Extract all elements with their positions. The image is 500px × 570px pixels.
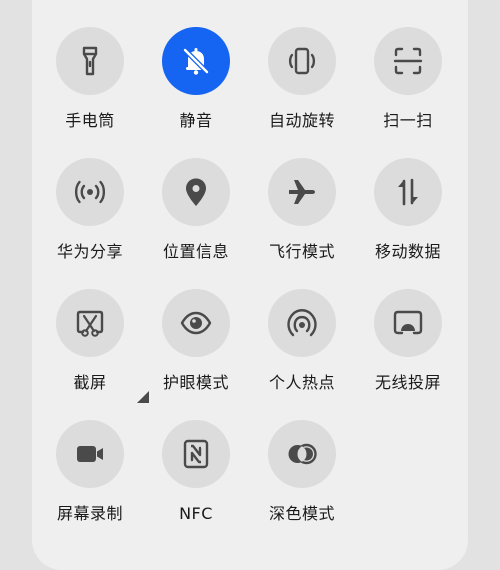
tile-label: 移动数据: [374, 242, 441, 261]
mobile-data-button[interactable]: [374, 158, 442, 226]
screenshot-icon: [76, 310, 104, 337]
flashlight-button[interactable]: [56, 27, 124, 95]
location-pin-icon: [186, 178, 206, 206]
tile-label: 屏幕录制: [56, 504, 123, 523]
dark-mode-icon: [288, 443, 317, 465]
mobile-data-icon: [398, 178, 418, 206]
tile-label: 截屏: [73, 373, 107, 392]
hotspot-button[interactable]: [268, 289, 336, 357]
flashlight-icon: [82, 46, 98, 76]
huawei-share-icon: [74, 180, 106, 204]
hotspot-icon: [287, 309, 317, 337]
location-button[interactable]: [162, 158, 230, 226]
tile-label: 扫一扫: [383, 111, 433, 130]
tile-screenshot[interactable]: 截屏: [30, 289, 150, 403]
dark-mode-button[interactable]: [268, 420, 336, 488]
scan-button[interactable]: [374, 27, 442, 95]
tile-auto-rotate[interactable]: 自动旋转: [242, 27, 362, 131]
tile-label: 无线投屏: [374, 373, 441, 392]
eye-comfort-icon: [180, 311, 212, 335]
airplane-icon: [289, 180, 315, 204]
tile-label: 飞行模式: [268, 242, 335, 261]
tile-nfc[interactable]: NFC: [136, 420, 256, 524]
auto-rotate-button[interactable]: [268, 27, 336, 95]
tile-label: 自动旋转: [268, 111, 335, 130]
nfc-icon: [183, 439, 209, 469]
tile-label: 手电筒: [65, 111, 115, 130]
nfc-button[interactable]: [162, 420, 230, 488]
tile-label: 个人热点: [268, 373, 335, 392]
tile-label: 位置信息: [162, 242, 229, 261]
tile-airplane-mode[interactable]: 飞行模式: [242, 158, 362, 262]
tile-label: 静音: [179, 111, 213, 130]
scan-icon: [393, 47, 423, 75]
tile-label: 护眼模式: [162, 373, 229, 392]
tile-wireless-projection[interactable]: 无线投屏: [348, 289, 468, 393]
huawei-share-button[interactable]: [56, 158, 124, 226]
tile-label-row: 截屏: [73, 373, 150, 403]
mute-bell-icon: [183, 48, 209, 75]
tile-screen-record[interactable]: 屏幕录制: [30, 420, 150, 524]
tile-eye-comfort[interactable]: 护眼模式: [136, 289, 256, 393]
wireless-projection-button[interactable]: [374, 289, 442, 357]
auto-rotate-icon: [288, 47, 316, 75]
tile-mute[interactable]: 静音: [136, 27, 256, 131]
screen-record-icon: [77, 446, 103, 462]
tile-label: NFC: [179, 504, 213, 523]
tile-huawei-share[interactable]: 华为分享: [30, 158, 150, 262]
tile-dark-mode[interactable]: 深色模式: [242, 420, 362, 524]
mute-button[interactable]: [162, 27, 230, 95]
tile-hotspot[interactable]: 个人热点: [242, 289, 362, 393]
tile-location[interactable]: 位置信息: [136, 158, 256, 262]
tile-scan[interactable]: 扫一扫: [348, 27, 468, 131]
wireless-projection-icon: [393, 310, 423, 335]
screen-record-button[interactable]: [56, 420, 124, 488]
screenshot-button[interactable]: [56, 289, 124, 357]
airplane-mode-button[interactable]: [268, 158, 336, 226]
tile-flashlight[interactable]: 手电筒: [30, 27, 150, 131]
tile-label: 华为分享: [56, 242, 123, 261]
tile-mobile-data[interactable]: 移动数据: [348, 158, 468, 262]
tile-label: 深色模式: [268, 504, 335, 523]
eye-comfort-button[interactable]: [162, 289, 230, 357]
